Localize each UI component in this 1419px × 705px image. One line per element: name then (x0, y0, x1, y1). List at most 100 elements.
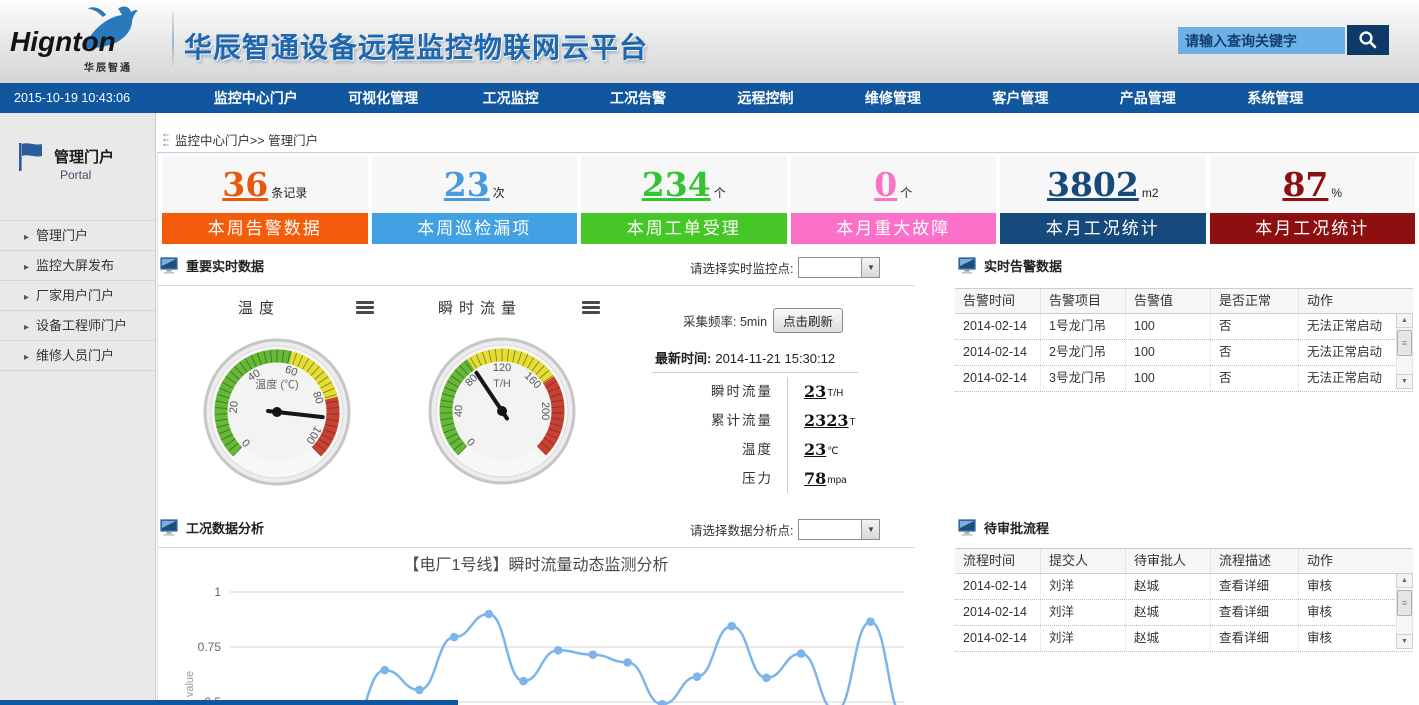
stat-unit: 条记录 (271, 184, 307, 201)
footer-strip (0, 700, 458, 705)
table-scrollbar[interactable]: ▲ ≡ ▼ (1396, 573, 1413, 649)
chart-ytick-label: 0.75 (198, 640, 222, 654)
search-button[interactable] (1347, 25, 1389, 55)
nav-item-8[interactable]: 产品管理 (1084, 83, 1211, 113)
table-cell[interactable]: 审核 (1298, 600, 1396, 625)
chevron-down-icon[interactable]: ▼ (861, 258, 879, 277)
hignton-logo: Hignton 华辰智通 (10, 4, 175, 80)
scroll-up-button[interactable]: ▲ (1396, 573, 1413, 588)
analysis-point-select-group: 请选择数据分析点: ▼ (690, 519, 880, 540)
sidebar-item-4[interactable]: ▸ 设备工程师门户 (0, 311, 155, 341)
chart-marker (693, 672, 702, 681)
stat-unit: m2 (1142, 186, 1159, 200)
gauge-scale-label: 120 (493, 362, 511, 374)
table-cell: 2014-02-14 (955, 366, 1040, 391)
nav-item-1[interactable]: 监控中心门户 (192, 83, 319, 113)
readout-divider (652, 372, 858, 373)
analysis-point-select[interactable]: ▼ (798, 519, 880, 540)
table-cell: 刘洋 (1040, 626, 1125, 651)
table-header-cell: 告警值 (1125, 289, 1210, 313)
readout-label: 累计流量 (630, 406, 788, 435)
chart-ytick-label: 1 (214, 585, 221, 599)
table-cell[interactable]: 查看详细 (1210, 626, 1298, 651)
scroll-thumb[interactable]: ≡ (1397, 590, 1412, 616)
gauge-scale-label: 200 (539, 402, 551, 420)
breadcrumb: 监控中心门户>> 管理门户 (163, 130, 318, 149)
stat-card-label[interactable]: 本月重大故障 (791, 213, 997, 244)
gauge-scale-label: 20 (228, 400, 241, 414)
nav-item-5[interactable]: 远程控制 (702, 83, 829, 113)
stat-card-top: 234个 (581, 156, 787, 213)
readout-unit: ℃ (827, 446, 838, 457)
sidebar-item-1[interactable]: ▸管理门户 (0, 220, 155, 251)
stat-cards-row: 36条记录本周告警数据23次本周巡检漏项234个本周工单受理0个本月重大故障38… (162, 156, 1415, 244)
chart-ylabel: value (184, 671, 196, 697)
scroll-down-button[interactable]: ▼ (1396, 634, 1413, 649)
scroll-thumb[interactable]: ≡ (1397, 330, 1412, 356)
sidebar-item-3[interactable]: ▸厂家用户门户 (0, 281, 155, 311)
refresh-button[interactable]: 点击刷新 (773, 308, 843, 333)
gauge-temperature-menu-icon[interactable] (356, 301, 374, 316)
table-cell: 否 (1210, 340, 1298, 365)
nav-item-4[interactable]: 工况告警 (574, 83, 701, 113)
table-cell: 100 (1125, 366, 1210, 391)
table-header-cell: 流程时间 (955, 549, 1040, 573)
scroll-up-button[interactable]: ▲ (1396, 313, 1413, 328)
triangle-bullet-icon: ▸ (24, 352, 29, 363)
dashboard-root: Hignton 华辰智通 华辰智通设备远程监控物联网云平台 2015-10-19… (0, 0, 1419, 705)
gauge-flow-menu-icon[interactable] (582, 301, 600, 316)
sidebar-item-5[interactable]: ▸维修人员门户 (0, 341, 155, 371)
table-cell: 2号龙门吊 (1040, 340, 1125, 365)
gauge-center-label: T/H (493, 378, 511, 390)
triangle-bullet-icon: ▸ (24, 322, 29, 333)
sidebar-item-label: 设备工程师门户 (36, 318, 127, 333)
table-cell[interactable]: 审核 (1298, 626, 1396, 651)
readout-value: 2323 (804, 411, 849, 430)
nav-item-3[interactable]: 工况监控 (447, 83, 574, 113)
table-cell[interactable]: 查看详细 (1210, 574, 1298, 599)
gauge-center-label: 温度 (℃) (255, 377, 298, 391)
gauge-flow-title: 瞬时流量 (438, 297, 522, 318)
monitor-icon (958, 519, 977, 536)
gauge-temperature-title: 温度 (238, 297, 280, 318)
stat-card-label[interactable]: 本月工况统计 (1000, 213, 1206, 244)
scroll-down-button[interactable]: ▼ (1396, 374, 1413, 389)
table-row: 2014-02-14刘洋赵城查看详细审核 (955, 626, 1413, 652)
stat-card-label[interactable]: 本月工况统计 (1210, 213, 1416, 244)
scroll-track[interactable]: ≡ (1396, 588, 1413, 634)
stat-unit: 个 (714, 184, 726, 201)
scroll-track[interactable]: ≡ (1396, 328, 1413, 374)
table-cell: 2014-02-14 (955, 340, 1040, 365)
sidebar-item-2[interactable]: ▸监控大屏发布 (0, 251, 155, 281)
table-scrollbar[interactable]: ▲ ≡ ▼ (1396, 313, 1413, 389)
readout-row: 温度23℃ (630, 435, 880, 464)
monitor-point-select[interactable]: ▼ (798, 257, 880, 278)
stat-card-top: 0个 (791, 156, 997, 213)
chart-marker (797, 649, 806, 658)
nav-item-9[interactable]: 系统管理 (1212, 83, 1339, 113)
nav-item-6[interactable]: 维修管理 (829, 83, 956, 113)
latest-time-value: 2014-11-21 15:30:12 (715, 351, 835, 366)
chart-marker (762, 674, 771, 683)
stat-card-label[interactable]: 本周工单受理 (581, 213, 787, 244)
table-header-cell: 是否正常 (1210, 289, 1298, 313)
nav-item-7[interactable]: 客户管理 (957, 83, 1084, 113)
search-input[interactable] (1178, 27, 1345, 54)
table-row: 2014-02-14刘洋赵城查看详细审核 (955, 600, 1413, 626)
chevron-down-icon[interactable]: ▼ (861, 520, 879, 539)
analysis-panel-header: 工况数据分析 (160, 518, 264, 537)
gauge-temperature: 020406080100温度 (℃) (200, 335, 354, 489)
table-row: 2014-02-142号龙门吊100否无法正常启动 (955, 340, 1413, 366)
stat-card-label[interactable]: 本周巡检漏项 (372, 213, 578, 244)
stat-card-top: 36条记录 (162, 156, 368, 213)
table-cell: 赵城 (1125, 600, 1210, 625)
analysis-panel-title: 工况数据分析 (186, 518, 264, 537)
table-cell[interactable]: 审核 (1298, 574, 1396, 599)
readout-label: 压力 (630, 464, 788, 493)
alarm-panel-title: 实时告警数据 (984, 256, 1062, 275)
triangle-bullet-icon: ▸ (24, 262, 29, 273)
stat-card-label[interactable]: 本周告警数据 (162, 213, 368, 244)
table-cell[interactable]: 查看详细 (1210, 600, 1298, 625)
table-cell: 无法正常启动 (1298, 314, 1396, 339)
nav-item-2[interactable]: 可视化管理 (319, 83, 446, 113)
